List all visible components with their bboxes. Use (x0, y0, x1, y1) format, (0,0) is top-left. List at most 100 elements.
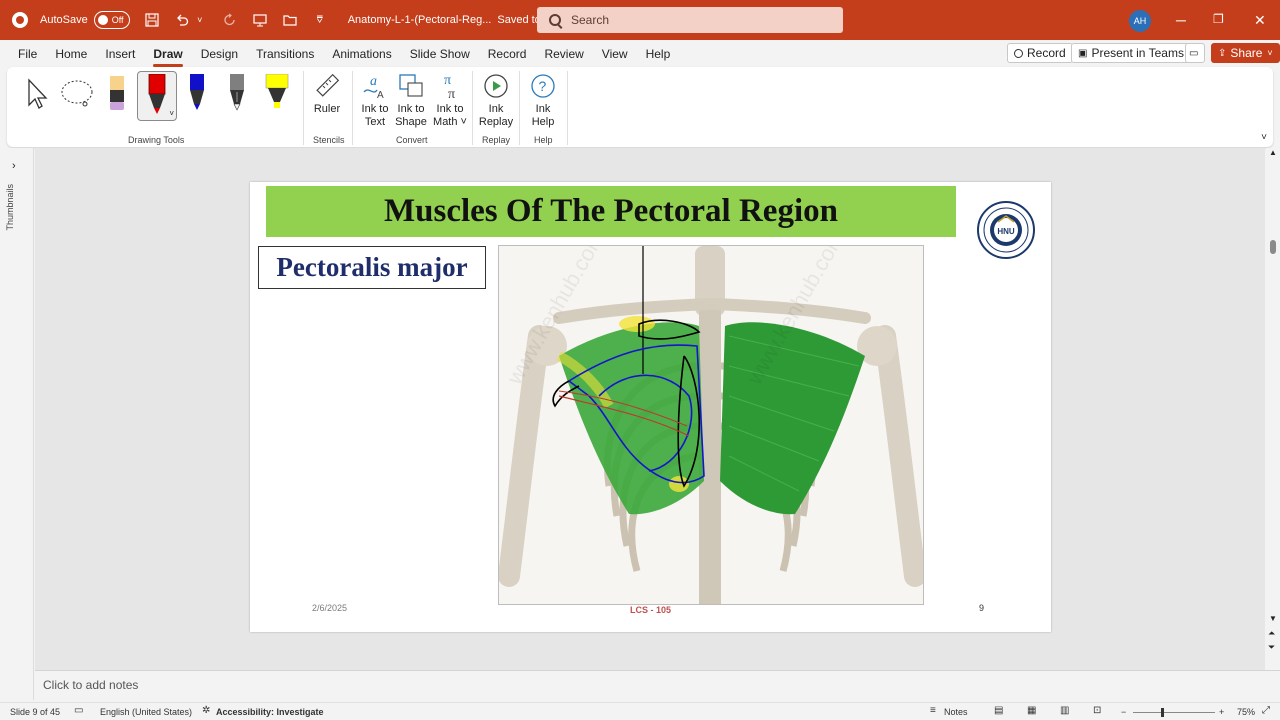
slide[interactable]: Muscles Of The Pectoral Region HNU Pecto… (250, 182, 1051, 632)
pen-red-icon (148, 74, 166, 114)
expand-thumbnails-chevron-icon[interactable]: › (12, 160, 16, 172)
tab-review[interactable]: Review (544, 43, 583, 65)
spelling-check-icon[interactable]: ▭ (74, 705, 83, 716)
zoom-out-icon[interactable]: − (1121, 707, 1126, 717)
tab-draw[interactable]: Draw (153, 43, 184, 67)
undo-icon[interactable] (174, 12, 190, 28)
ink-replay-button[interactable]: Ink Replay (478, 71, 514, 129)
slide-title: Muscles Of The Pectoral Region (384, 193, 838, 229)
anatomy-image[interactable]: www.kenhub.com www.kenhub.com (498, 245, 924, 605)
university-logo: HNU (977, 201, 1035, 259)
lasso-select-tool[interactable] (59, 71, 95, 117)
zoom-in-icon[interactable]: + (1219, 707, 1224, 717)
thumbnails-label[interactable]: Thumbnails (5, 184, 15, 231)
pen-options-chevron-icon[interactable]: ˅ (169, 109, 174, 118)
ribbon-separator (567, 71, 568, 145)
document-title[interactable]: Anatomy-L-1-(Pectoral-Reg... (348, 14, 492, 26)
next-slide-icon[interactable]: ⏷ (1268, 642, 1275, 653)
pectoral-muscle-illustration: www.kenhub.com www.kenhub.com (499, 246, 923, 604)
close-icon[interactable]: ✕ (1254, 12, 1266, 29)
autosave-label: AutoSave (40, 14, 88, 26)
zoom-slider-track[interactable] (1133, 712, 1215, 713)
scroll-thumb[interactable] (1270, 240, 1276, 254)
pencil-gray-icon (230, 74, 244, 111)
highlighter-lavender-icon (110, 76, 124, 110)
tab-insert[interactable]: Insert (105, 43, 135, 65)
title-bar: AutoSave Off ˅ ⩢ Anatomy-L-1-(Pectoral-R… (0, 0, 1280, 40)
slide-title-bar[interactable]: Muscles Of The Pectoral Region (266, 186, 956, 237)
ink-to-text-button[interactable]: aA Ink to Text (359, 71, 391, 129)
zoom-slider-knob[interactable] (1161, 708, 1164, 717)
redo-icon[interactable] (222, 12, 238, 28)
group-label-convert: Convert (396, 135, 428, 145)
language-indicator[interactable]: English (United States) (100, 707, 192, 717)
user-avatar[interactable]: AH (1129, 10, 1151, 32)
ruler-button[interactable]: Ruler (312, 71, 342, 116)
notes-toggle[interactable]: Notes (944, 707, 968, 717)
fit-to-window-icon[interactable]: ⤢ (1262, 705, 1270, 716)
tab-home[interactable]: Home (55, 43, 87, 65)
normal-view-icon[interactable]: ▤ (994, 705, 1003, 716)
search-placeholder: Search (571, 13, 610, 27)
ink-replay-label-2: Replay (478, 116, 514, 128)
zoom-level[interactable]: 75% (1237, 707, 1255, 717)
ink-replay-icon (481, 71, 511, 101)
ink-help-label-2: Help (531, 116, 555, 128)
svg-text:A: A (377, 90, 384, 100)
tab-design[interactable]: Design (201, 43, 238, 65)
ink-to-shape-label-2: Shape (395, 116, 427, 128)
scroll-down-icon[interactable]: ▼ (1269, 614, 1277, 623)
highlighter-yellow-tool[interactable] (259, 71, 295, 117)
ink-to-text-icon: aA (360, 71, 390, 101)
tab-record[interactable]: Record (488, 43, 527, 65)
present-from-start-icon[interactable] (252, 12, 268, 28)
vertical-scrollbar[interactable]: ▲ ▼ ⏶ ⏷ (1266, 148, 1280, 670)
undo-dropdown-icon[interactable]: ˅ (192, 12, 208, 28)
highlighter-lavender-tool[interactable] (99, 71, 135, 117)
record-icon (1014, 48, 1023, 58)
scroll-up-icon[interactable]: ▲ (1269, 148, 1277, 157)
pencil-gray-tool[interactable] (219, 71, 255, 117)
customize-toolbar-icon[interactable]: ⩢ (312, 12, 328, 28)
pen-red-tool[interactable]: ˅ (137, 71, 177, 121)
tab-animations[interactable]: Animations (332, 43, 391, 65)
svg-text:HNU: HNU (997, 227, 1015, 236)
ink-to-math-icon: ππ (435, 71, 465, 101)
autosave-state: Off (111, 15, 124, 25)
search-box[interactable]: Search (537, 7, 843, 33)
comments-button[interactable]: ▭ (1185, 43, 1205, 63)
select-tool[interactable] (19, 71, 55, 117)
ribbon-collapse-chevron-icon[interactable]: ˅ (1261, 132, 1267, 143)
tab-view[interactable]: View (602, 43, 628, 65)
autosave-toggle[interactable]: Off (93, 11, 130, 29)
save-icon[interactable] (144, 12, 160, 28)
minimize-icon[interactable]: ─ (1176, 12, 1186, 28)
open-folder-icon[interactable] (282, 12, 298, 28)
svg-text:π: π (448, 87, 455, 100)
record-button[interactable]: Record (1007, 43, 1073, 63)
restore-icon[interactable]: ❐ (1213, 12, 1224, 26)
ink-to-math-button[interactable]: ππ Ink to Math ˅ (431, 71, 469, 129)
ink-to-text-label-1: Ink to (361, 103, 389, 115)
highlighter-yellow-icon (265, 74, 289, 108)
share-button[interactable]: ⇪ Share ˅ (1211, 43, 1280, 63)
ink-help-button[interactable]: ? Ink Help (527, 71, 559, 129)
previous-slide-icon[interactable]: ⏶ (1268, 628, 1275, 639)
pen-blue-tool[interactable] (179, 71, 215, 117)
notes-pane[interactable]: Click to add notes (35, 670, 1280, 702)
present-in-teams-button[interactable]: ▣ Present in Teams (1071, 43, 1191, 63)
tab-slide-show[interactable]: Slide Show (410, 43, 470, 65)
ink-to-math-label-1: Ink to (436, 103, 464, 115)
subtitle-box[interactable]: Pectoralis major (258, 246, 486, 289)
slide-subtitle: Pectoralis major (276, 252, 468, 282)
accessibility-status[interactable]: Accessibility: Investigate (216, 707, 324, 717)
ink-to-shape-button[interactable]: Ink to Shape (394, 71, 428, 129)
ribbon-separator (519, 71, 520, 145)
tab-transitions[interactable]: Transitions (256, 43, 314, 65)
slide-show-icon[interactable]: ⊡ (1093, 705, 1101, 716)
tab-file[interactable]: File (18, 43, 37, 65)
tab-help[interactable]: Help (646, 43, 671, 65)
reading-view-icon[interactable]: ▥ (1060, 705, 1069, 716)
powerpoint-app-icon (12, 12, 28, 28)
slide-sorter-icon[interactable]: ▦ (1027, 705, 1036, 716)
